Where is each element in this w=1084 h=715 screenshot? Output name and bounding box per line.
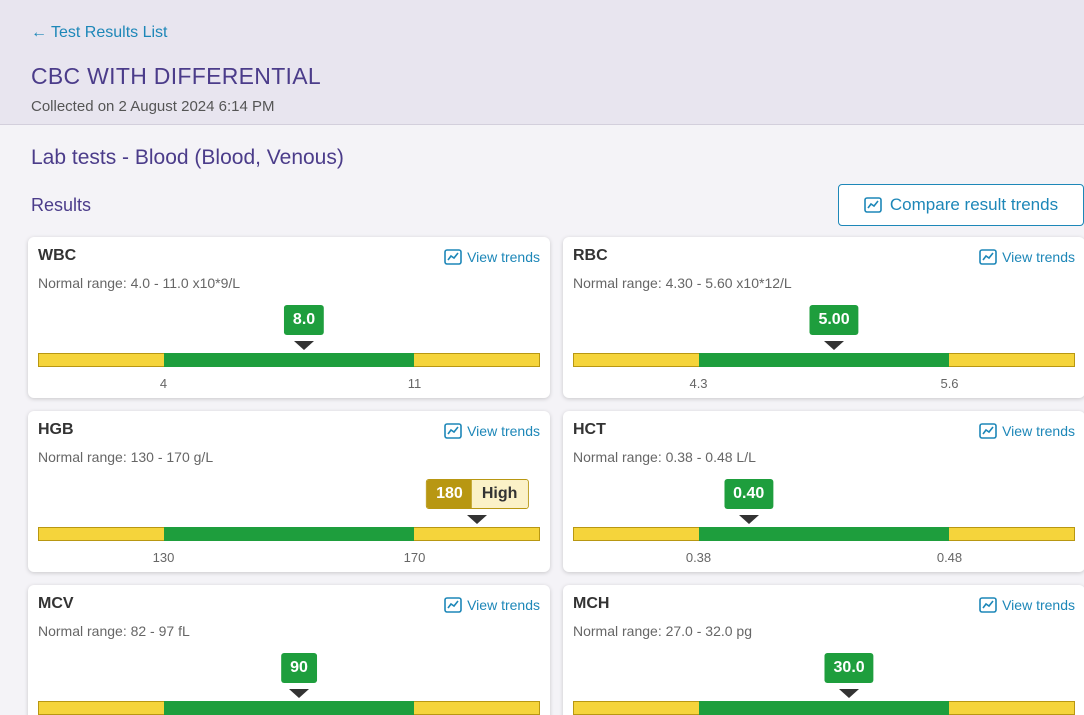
result-value: 90	[281, 653, 317, 683]
result-value-badge: 180 High	[426, 479, 529, 509]
normal-range: Normal range: 4.0 - 11.0 x10*9/L	[38, 275, 241, 291]
result-value: 5.00	[809, 305, 859, 335]
view-trends-label: View trends	[1002, 423, 1075, 439]
page-header: ← Test Results List CBC WITH DIFFERENTIAL…	[0, 0, 1084, 125]
result-card-hct: HCT Normal range: 0.38 - 0.48 L/L View t…	[563, 411, 1084, 572]
result-card-rbc: RBC Normal range: 4.30 - 5.60 x10*12/L V…	[563, 237, 1084, 398]
view-trends-label: View trends	[467, 597, 540, 613]
result-value: 8.0	[283, 305, 325, 335]
result-card-mch: MCH Normal range: 27.0 - 32.0 pg View tr…	[563, 585, 1084, 715]
range-high-label: 0.48	[936, 550, 963, 565]
normal-range-segment	[699, 701, 949, 715]
test-name: RBC	[573, 247, 608, 264]
view-trends-label: View trends	[467, 423, 540, 439]
range-bar	[573, 701, 1075, 715]
range-high-label: 170	[403, 550, 426, 565]
triangle-down-icon	[839, 689, 860, 698]
test-name: MCH	[573, 595, 610, 612]
triangle-down-icon	[294, 341, 315, 350]
range-bar	[573, 353, 1075, 367]
normal-range: Normal range: 130 - 170 g/L	[38, 449, 214, 465]
compare-result-trends-button[interactable]: Compare result trends	[838, 184, 1084, 226]
triangle-down-icon	[467, 515, 488, 524]
view-trends-link[interactable]: View trends	[979, 423, 1075, 439]
result-value: 0.40	[724, 479, 774, 509]
result-value-badge: 0.40	[724, 479, 774, 509]
trend-chart-icon	[444, 249, 462, 265]
triangle-down-icon	[738, 515, 759, 524]
test-name: MCV	[38, 595, 74, 612]
range-high-label: 5.6	[940, 376, 959, 391]
view-trends-link[interactable]: View trends	[444, 249, 540, 265]
back-link[interactable]: ← Test Results List	[31, 24, 167, 42]
range-bar	[38, 353, 540, 367]
range-high-label: 11	[407, 376, 422, 391]
range-low-label: 4.3	[689, 376, 708, 391]
result-value: 30.0	[824, 653, 874, 683]
view-trends-label: View trends	[467, 249, 540, 265]
page-title: CBC WITH DIFFERENTIAL	[31, 63, 321, 89]
trend-chart-icon	[979, 423, 997, 439]
result-value-badge: 8.0	[283, 305, 325, 335]
test-name: WBC	[38, 247, 77, 264]
range-bar	[38, 527, 540, 541]
trend-chart-icon	[979, 249, 997, 265]
normal-range: Normal range: 82 - 97 fL	[38, 623, 190, 639]
range-bar	[38, 701, 540, 715]
normal-range: Normal range: 0.38 - 0.48 L/L	[573, 449, 756, 465]
normal-range-segment	[164, 701, 414, 715]
trend-chart-icon	[864, 197, 882, 213]
compare-button-label: Compare result trends	[889, 195, 1059, 214]
normal-range: Normal range: 27.0 - 32.0 pg	[573, 623, 752, 639]
trend-chart-icon	[979, 597, 997, 613]
view-trends-link[interactable]: View trends	[444, 597, 540, 613]
collected-date: Collected on 2 August 2024 6:14 PM	[31, 98, 275, 115]
triangle-down-icon	[824, 341, 845, 350]
view-trends-link[interactable]: View trends	[444, 423, 540, 439]
normal-range-segment	[699, 353, 949, 367]
result-card-wbc: WBC Normal range: 4.0 - 11.0 x10*9/L Vie…	[28, 237, 550, 398]
triangle-down-icon	[289, 689, 310, 698]
result-flag: High	[471, 480, 528, 508]
range-low-label: 130	[152, 550, 175, 565]
normal-range-segment	[164, 353, 414, 367]
section-title: Lab tests - Blood (Blood, Venous)	[31, 146, 344, 169]
result-card-hgb: HGB Normal range: 130 - 170 g/L View tre…	[28, 411, 550, 572]
result-value-badge: 30.0	[824, 653, 874, 683]
normal-range-segment	[164, 527, 414, 541]
arrow-left-icon: ←	[31, 24, 47, 41]
results-label: Results	[31, 195, 92, 215]
trend-chart-icon	[444, 423, 462, 439]
result-value-badge: 90	[281, 653, 317, 683]
normal-range: Normal range: 4.30 - 5.60 x10*12/L	[573, 275, 792, 291]
test-name: HCT	[573, 421, 606, 438]
range-low-label: 4	[159, 376, 168, 391]
result-value-badge: 5.00	[809, 305, 859, 335]
trend-chart-icon	[444, 597, 462, 613]
view-trends-label: View trends	[1002, 597, 1075, 613]
result-value: 180	[427, 480, 472, 508]
view-trends-label: View trends	[1002, 249, 1075, 265]
range-low-label: 0.38	[685, 550, 712, 565]
back-link-label: Test Results List	[51, 24, 168, 41]
range-bar	[573, 527, 1075, 541]
view-trends-link[interactable]: View trends	[979, 597, 1075, 613]
view-trends-link[interactable]: View trends	[979, 249, 1075, 265]
normal-range-segment	[699, 527, 949, 541]
test-name: HGB	[38, 421, 74, 438]
result-card-mcv: MCV Normal range: 82 - 97 fL View trends…	[28, 585, 550, 715]
